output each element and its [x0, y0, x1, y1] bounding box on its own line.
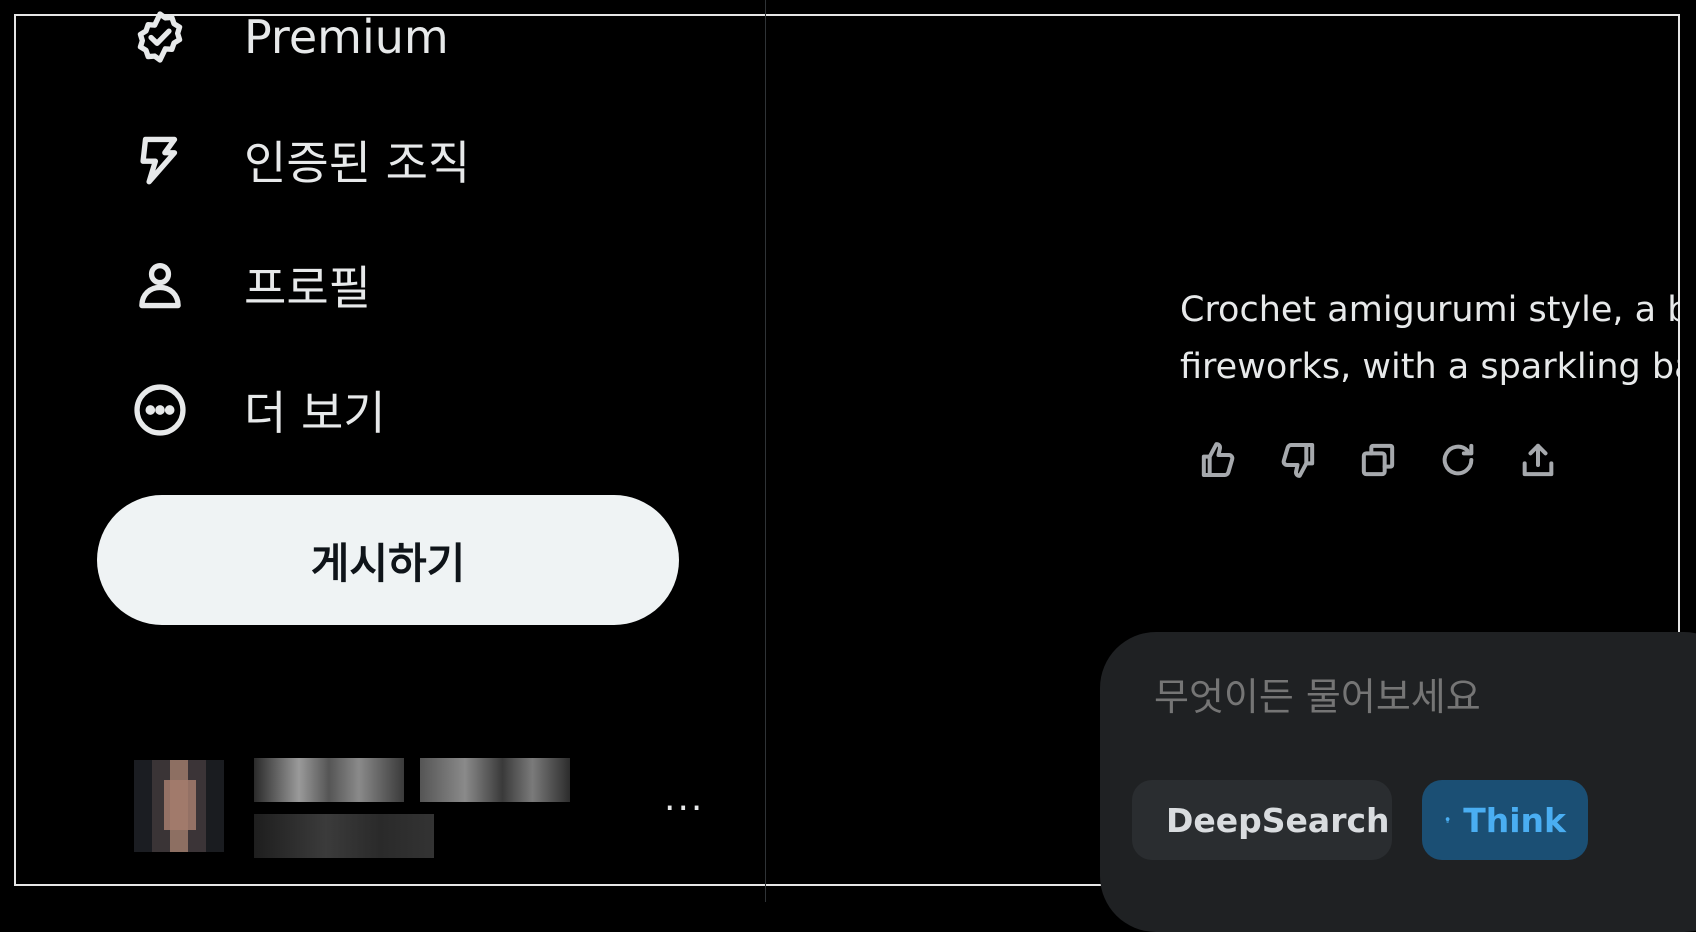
post-button[interactable]: 게시하기	[97, 495, 679, 625]
share-icon[interactable]	[1518, 440, 1558, 480]
assistant-response: Crochet amigurumi style, a blue firework…	[1180, 282, 1680, 396]
chat-input[interactable]	[1152, 674, 1656, 720]
sidebar-item-label: 프로필	[244, 261, 371, 315]
sidebar-item-label: 더 보기	[244, 386, 386, 440]
sidebar-item-label: 인증된 조직	[244, 136, 471, 190]
person-icon	[130, 255, 190, 315]
deepsearch-label: DeepSearch	[1166, 800, 1390, 840]
verified-badge-icon	[130, 7, 190, 67]
account-name-blurred	[254, 758, 404, 802]
response-line: fireworks, with a sparkling back	[1180, 347, 1680, 387]
response-line: Crochet amigurumi style, a blue	[1180, 290, 1680, 330]
sidebar-item-premium[interactable]: Premium	[130, 2, 449, 72]
avatar	[134, 760, 224, 852]
sidebar-item-label: Premium	[244, 10, 449, 64]
response-actions	[1198, 440, 1558, 480]
column-divider	[765, 0, 766, 902]
thumbs-up-icon[interactable]	[1198, 440, 1238, 480]
copy-icon[interactable]	[1358, 440, 1398, 480]
lightbulb-icon	[1445, 817, 1450, 823]
account-name-blurred	[420, 758, 570, 802]
thumbs-down-icon[interactable]	[1278, 440, 1318, 480]
lightning-icon	[130, 130, 190, 190]
sidebar-item-profile[interactable]: 프로필	[130, 250, 371, 320]
account-more-button[interactable]: ···	[664, 788, 704, 829]
think-label: Think	[1463, 800, 1566, 840]
deepsearch-button[interactable]: DeepSearch	[1132, 780, 1392, 860]
chat-composer: DeepSearch Think	[1100, 632, 1696, 932]
sidebar-item-verified-orgs[interactable]: 인증된 조직	[130, 125, 470, 195]
account-switcher[interactable]: ···	[124, 748, 724, 868]
think-button[interactable]: Think	[1422, 780, 1588, 860]
more-circle-icon	[130, 380, 190, 440]
account-handle-blurred	[254, 814, 434, 858]
regenerate-icon[interactable]	[1438, 440, 1478, 480]
sidebar-item-more[interactable]: 더 보기	[130, 375, 386, 445]
